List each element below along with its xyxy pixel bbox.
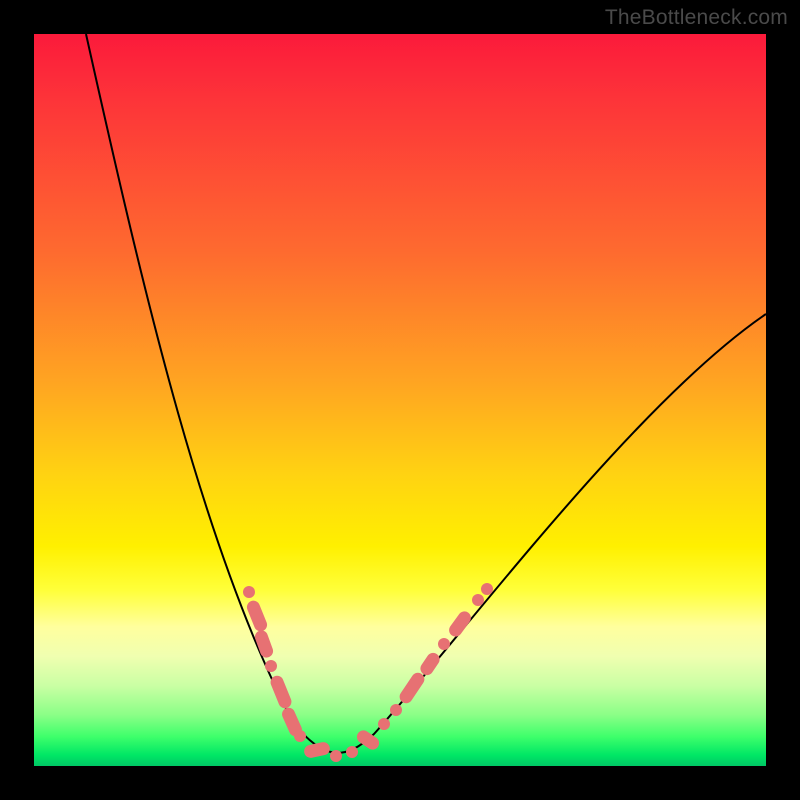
curve-svg (34, 34, 766, 766)
marker-pill (447, 609, 474, 639)
marker-dot (294, 730, 306, 742)
marker-dot (390, 704, 402, 716)
curve-markers (243, 583, 493, 762)
marker-dot (346, 746, 358, 758)
marker-dot (330, 750, 342, 762)
marker-dot (472, 594, 484, 606)
bottleneck-curve (86, 34, 766, 753)
marker-pill (269, 674, 294, 710)
marker-pill (418, 650, 442, 677)
watermark-text: TheBottleneck.com (605, 6, 788, 30)
plot-area (34, 34, 766, 766)
marker-dot (481, 583, 493, 595)
marker-pill (303, 741, 331, 759)
marker-pill (245, 599, 269, 634)
outer-frame: TheBottleneck.com (0, 0, 800, 800)
marker-dot (378, 718, 390, 730)
marker-dot (243, 586, 255, 598)
marker-dot (438, 638, 450, 650)
marker-dot (265, 660, 277, 672)
marker-pill (397, 670, 427, 705)
